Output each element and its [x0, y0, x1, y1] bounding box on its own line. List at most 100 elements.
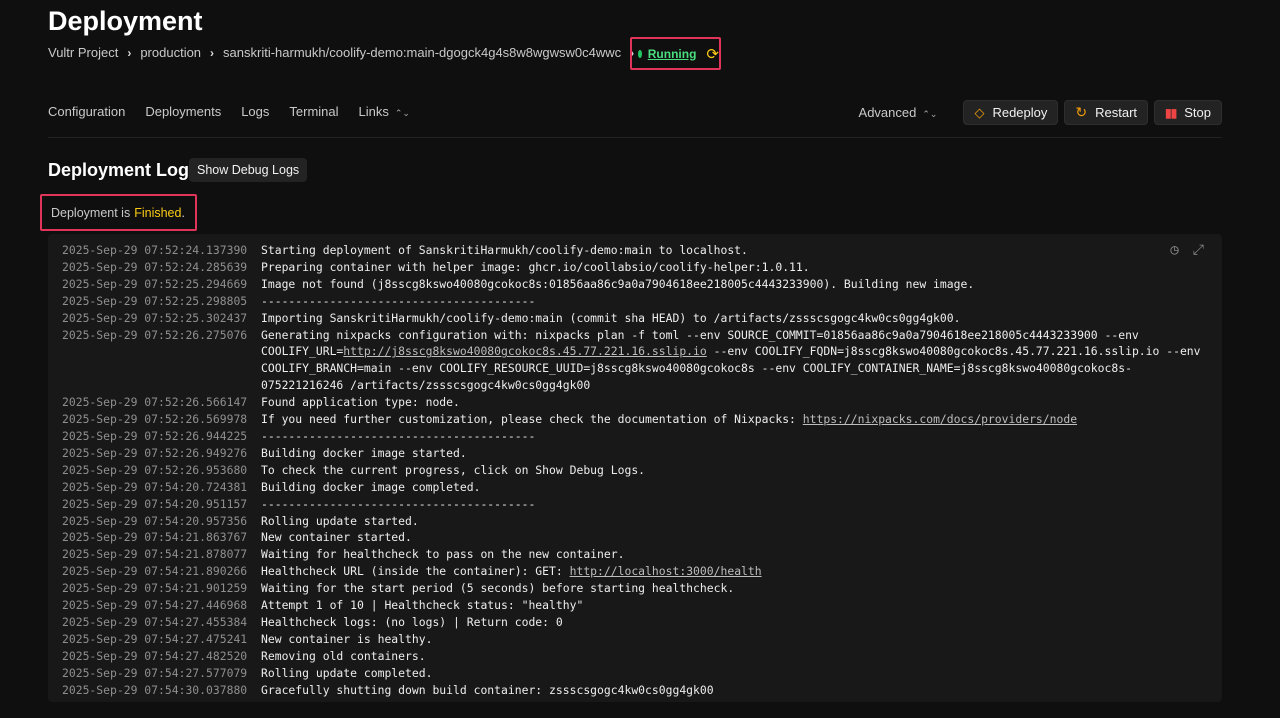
- log-timestamp: 2025-Sep-29 07:54:20.724381: [62, 479, 248, 494]
- log-lines: 2025-Sep-29 07:52:24.137390 Starting depl…: [62, 242, 1208, 698]
- log-toolbar: ◷ ⤢: [1170, 242, 1204, 259]
- log-timestamp: 2025-Sep-29 07:52:25.294669: [62, 276, 248, 291]
- log-line: 2025-Sep-29 07:52:25.298805 -------------…: [62, 293, 1208, 310]
- log-message: To check the current progress, click on …: [261, 462, 646, 477]
- chevron-right-icon: ›: [127, 45, 132, 60]
- log-timestamp: 2025-Sep-29 07:54:27.475241: [62, 631, 248, 646]
- clock-icon[interactable]: ◷: [1170, 242, 1178, 259]
- log-message: Preparing container with helper image: g…: [261, 259, 810, 274]
- log-message: Generating nixpacks configuration with: …: [261, 327, 1208, 393]
- log-line: 2025-Sep-29 07:52:24.285639 Preparing con…: [62, 259, 1208, 276]
- redeploy-button[interactable]: ◇ Redeploy: [963, 100, 1059, 125]
- chevron-right-icon: ›: [210, 45, 215, 60]
- refresh-icon[interactable]: ⟳: [706, 45, 719, 63]
- log-timestamp: 2025-Sep-29 07:52:24.137390: [62, 243, 248, 257]
- status-dot-icon: [638, 49, 642, 58]
- log-message: Waiting for the start period (5 seconds)…: [261, 581, 735, 596]
- log-message: New container started.: [261, 530, 412, 545]
- log-message: Gracefully shutting down build container…: [261, 682, 714, 697]
- tab-configuration[interactable]: Configuration: [48, 104, 125, 119]
- tab-logs[interactable]: Logs: [241, 104, 269, 119]
- log-message: ----------------------------------------: [261, 293, 536, 308]
- section-title: Deployment Log: [48, 160, 190, 180]
- restart-label: Restart: [1095, 105, 1138, 120]
- log-timestamp: 2025-Sep-29 07:54:21.890266: [62, 564, 248, 579]
- status-badge: Running ⟳: [630, 37, 721, 70]
- log-timestamp: 2025-Sep-29 07:54:27.446968: [62, 598, 248, 613]
- log-message: Attempt 1 of 10 | Healthcheck status: "h…: [261, 598, 584, 613]
- log-line: 2025-Sep-29 07:52:26.944225 -------------…: [62, 428, 1208, 445]
- log-message: Importing SanskritiHarmukh/coolify-demo:…: [261, 310, 961, 325]
- log-timestamp: 2025-Sep-29 07:54:20.951157: [62, 496, 248, 511]
- chevron-updown-icon: ⌃⌄: [922, 109, 938, 119]
- log-link[interactable]: http://j8sscg8kswo40080gcokoc8s.45.77.22…: [343, 344, 706, 358]
- advanced-label: Advanced: [858, 105, 917, 120]
- breadcrumb-resource[interactable]: sanskriti-harmukh/coolify-demo:main-dgog…: [223, 45, 621, 60]
- log-message: Removing old containers.: [261, 648, 426, 663]
- log-link[interactable]: http://localhost:3000/health: [570, 564, 762, 578]
- log-timestamp: 2025-Sep-29 07:52:25.298805: [62, 293, 248, 308]
- log-line: 2025-Sep-29 07:54:27.446968 Attempt 1 of …: [62, 597, 1208, 614]
- status-running-link[interactable]: Running: [648, 47, 697, 61]
- stop-icon: ▮▮: [1165, 105, 1177, 120]
- log-line: 2025-Sep-29 07:52:25.302437 Importing San…: [62, 310, 1208, 327]
- log-message: Starting deployment of SanskritiHarmukh/…: [261, 243, 748, 257]
- log-timestamp: 2025-Sep-29 07:52:26.566147: [62, 395, 248, 410]
- log-message: Waiting for healthcheck to pass on the n…: [261, 547, 625, 562]
- log-line: 2025-Sep-29 07:52:26.566147 Found applica…: [62, 394, 1208, 411]
- log-line: 2025-Sep-29 07:54:21.863767 New container…: [62, 529, 1208, 546]
- tab-terminal[interactable]: Terminal: [289, 104, 338, 119]
- log-line: 2025-Sep-29 07:54:21.890266 Healthcheck U…: [62, 563, 1208, 580]
- log-timestamp: 2025-Sep-29 07:52:26.569978: [62, 412, 248, 427]
- log-line: 2025-Sep-29 07:54:27.475241 New container…: [62, 631, 1208, 648]
- log-message: Building docker image completed.: [261, 479, 481, 494]
- log-timestamp: 2025-Sep-29 07:54:20.957356: [62, 513, 248, 528]
- deployment-status-value: Finished: [134, 205, 182, 220]
- log-timestamp: 2025-Sep-29 07:54:27.455384: [62, 614, 248, 629]
- tab-links[interactable]: Links ⌃⌄: [359, 104, 410, 119]
- stop-label: Stop: [1184, 105, 1211, 120]
- log-line: 2025-Sep-29 07:52:26.569978 If you need f…: [62, 411, 1208, 428]
- log-line: 2025-Sep-29 07:54:20.951157 -------------…: [62, 496, 1208, 513]
- log-line: 2025-Sep-29 07:52:24.137390 Starting depl…: [62, 242, 1208, 259]
- breadcrumb-project[interactable]: Vultr Project: [48, 45, 118, 60]
- log-timestamp: 2025-Sep-29 07:52:25.302437: [62, 310, 248, 325]
- chevron-updown-icon: ⌃⌄: [394, 108, 410, 118]
- stop-button[interactable]: ▮▮ Stop: [1154, 100, 1222, 125]
- redeploy-label: Redeploy: [992, 105, 1048, 120]
- log-line: 2025-Sep-29 07:54:30.037880 Gracefully sh…: [62, 682, 1208, 699]
- log-message: If you need further customization, pleas…: [261, 412, 1078, 427]
- log-line: 2025-Sep-29 07:54:20.957356 Rolling updat…: [62, 513, 1208, 530]
- log-message: Rolling update started.: [261, 513, 419, 528]
- log-message: Found application type: node.: [261, 395, 460, 410]
- show-debug-logs-button[interactable]: Show Debug Logs: [189, 158, 308, 182]
- deployment-log[interactable]: ◷ ⤢ 2025-Sep-29 07:52:24.137390 Starting …: [48, 234, 1222, 702]
- log-message: Healthcheck logs: (no logs) | Return cod…: [261, 614, 563, 629]
- log-timestamp: 2025-Sep-29 07:54:21.901259: [62, 581, 248, 596]
- page-title: Deployment: [48, 6, 203, 36]
- log-line: 2025-Sep-29 07:52:26.275076 Generating ni…: [62, 327, 1208, 395]
- deployment-status-suffix: .: [181, 205, 185, 220]
- log-timestamp: 2025-Sep-29 07:54:30.037880: [62, 682, 248, 697]
- tab-deployments[interactable]: Deployments: [145, 104, 221, 119]
- breadcrumb-environment[interactable]: production: [140, 45, 201, 60]
- log-timestamp: 2025-Sep-29 07:54:21.863767: [62, 530, 248, 545]
- log-message: Rolling update completed.: [261, 665, 433, 680]
- log-line: 2025-Sep-29 07:52:25.294669 Image not fou…: [62, 276, 1208, 293]
- log-line: 2025-Sep-29 07:54:20.724381 Building dock…: [62, 479, 1208, 496]
- tab-links-label: Links: [358, 104, 389, 119]
- action-bar: Advanced ⌃⌄ ◇ Redeploy ↻ Restart ▮▮ Stop: [859, 100, 1222, 125]
- log-timestamp: 2025-Sep-29 07:54:27.482520: [62, 648, 248, 663]
- divider: [48, 137, 1222, 138]
- log-line: 2025-Sep-29 07:52:26.949276 Building dock…: [62, 445, 1208, 462]
- log-line: 2025-Sep-29 07:54:21.901259 Waiting for t…: [62, 580, 1208, 597]
- restart-button[interactable]: ↻ Restart: [1064, 100, 1149, 125]
- expand-icon[interactable]: ⤢: [1193, 242, 1204, 259]
- log-line: 2025-Sep-29 07:54:21.878077 Waiting for h…: [62, 546, 1208, 563]
- restart-icon: ↻: [1075, 104, 1088, 120]
- advanced-dropdown[interactable]: Advanced ⌃⌄: [859, 105, 938, 120]
- log-line: 2025-Sep-29 07:54:27.577079 Rolling updat…: [62, 665, 1208, 682]
- deployment-status: Deployment is Finished.: [40, 194, 197, 231]
- log-message: Image not found (j8sscg8kswo40080gcokoc8…: [261, 276, 975, 291]
- log-link[interactable]: https://nixpacks.com/docs/providers/node: [803, 412, 1077, 426]
